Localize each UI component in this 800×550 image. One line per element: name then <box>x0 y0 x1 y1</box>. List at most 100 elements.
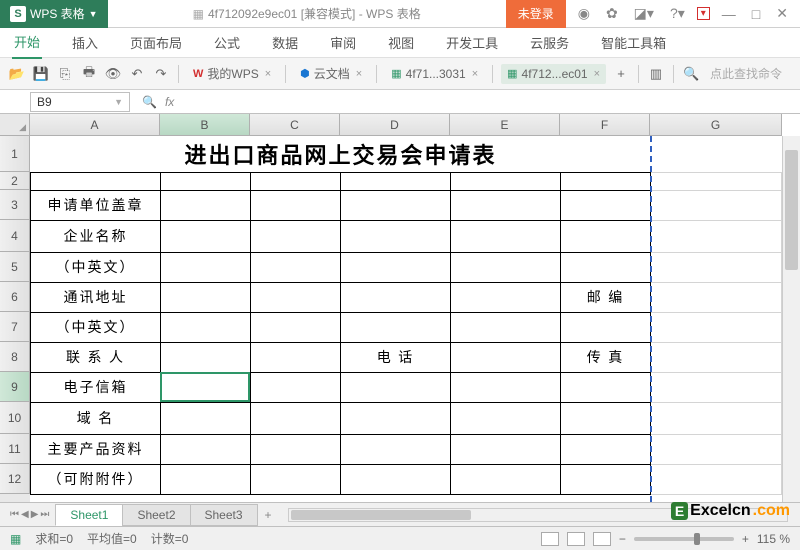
zoom-handle[interactable] <box>694 533 700 545</box>
row-header-9[interactable]: 9 <box>0 372 30 402</box>
sheet-tab-2[interactable]: Sheet2 <box>122 504 190 526</box>
settings-icon[interactable]: ✿ <box>602 5 622 22</box>
scroll-thumb[interactable] <box>785 150 798 270</box>
menu-tools[interactable]: 智能工具箱 <box>599 27 668 58</box>
close-icon[interactable]: × <box>472 68 478 80</box>
menu-cloud[interactable]: 云服务 <box>528 27 571 58</box>
col-header-f[interactable]: F <box>560 114 650 136</box>
col-header-d[interactable]: D <box>340 114 450 136</box>
app-name: WPS 表格 <box>30 5 85 22</box>
add-tab-icon[interactable]: + <box>612 65 630 83</box>
cell-a6[interactable]: 通讯地址 <box>31 282 161 312</box>
dropdown-icon[interactable]: ▼ <box>89 9 98 19</box>
tab-menu-icon[interactable]: ▥ <box>647 65 665 83</box>
col-header-e[interactable]: E <box>450 114 560 136</box>
open-icon[interactable]: 📂 <box>8 65 26 83</box>
menu-layout[interactable]: 页面布局 <box>128 27 184 58</box>
sync-icon[interactable]: ◉ <box>574 5 594 22</box>
skin-icon[interactable]: ◪▾ <box>630 5 658 22</box>
export-icon[interactable]: ⎘ <box>56 65 74 83</box>
login-button[interactable]: 未登录 <box>506 0 566 28</box>
save-icon[interactable]: 💾 <box>32 65 50 83</box>
cell-a11[interactable]: 主要产品资料 <box>31 434 161 464</box>
redo-icon[interactable]: ↷ <box>152 65 170 83</box>
row-header-12[interactable]: 12 <box>0 464 30 494</box>
doctab-cloud[interactable]: ⬢云文档× <box>294 62 368 85</box>
view-page-button[interactable] <box>567 532 585 546</box>
nav-last-icon[interactable]: ⏭ <box>40 509 49 520</box>
scroll-thumb[interactable] <box>291 510 471 520</box>
col-header-c[interactable]: C <box>250 114 340 136</box>
close-icon[interactable]: × <box>265 68 271 80</box>
vertical-scrollbar[interactable] <box>782 136 800 502</box>
cell-a5[interactable]: （中英文） <box>31 252 161 282</box>
nav-first-icon[interactable]: ⏮ <box>10 509 19 520</box>
search-input[interactable]: 点此查找命令 <box>710 65 782 82</box>
fx-button[interactable]: fx <box>165 95 174 109</box>
menu-review[interactable]: 审阅 <box>328 27 358 58</box>
cell-a3[interactable]: 申请单位盖章 <box>31 190 161 220</box>
menu-formula[interactable]: 公式 <box>212 27 242 58</box>
row-header-8[interactable]: 8 <box>0 342 30 372</box>
view-normal-button[interactable] <box>541 532 559 546</box>
nav-next-icon[interactable]: ▶ <box>31 509 39 520</box>
view-reading-button[interactable] <box>593 532 611 546</box>
horizontal-scrollbar[interactable] <box>288 508 788 522</box>
col-header-b[interactable]: B <box>160 114 250 136</box>
close-button[interactable]: ✕ <box>772 5 792 22</box>
menu-data[interactable]: 数据 <box>270 27 300 58</box>
row-header-2[interactable]: 2 <box>0 172 30 190</box>
cell-d8[interactable]: 电 话 <box>341 342 451 372</box>
doctab-2[interactable]: ▦4f712...ec01× <box>501 64 606 84</box>
cell-a4[interactable]: 企业名称 <box>31 220 161 252</box>
menu-start[interactable]: 开始 <box>12 26 42 59</box>
close-icon[interactable]: × <box>594 68 600 80</box>
minimize-button[interactable]: — <box>718 6 740 22</box>
zoom-out-button[interactable]: − <box>619 532 626 546</box>
select-all-corner[interactable]: ◢ <box>0 114 30 136</box>
cell-a7[interactable]: （中英文） <box>31 312 161 342</box>
menu-view[interactable]: 视图 <box>386 27 416 58</box>
undo-icon[interactable]: ↶ <box>128 65 146 83</box>
maximize-button[interactable]: □ <box>748 6 764 22</box>
name-box[interactable]: B9▼ <box>30 92 130 112</box>
cell-f8[interactable]: 传 真 <box>561 342 651 372</box>
close-icon[interactable]: × <box>356 68 362 80</box>
cell-grid[interactable]: 进出口商品网上交易会申请表 申请单位盖章 企业名称 （中英文） 通讯地址邮 编 … <box>30 136 782 502</box>
help-icon[interactable]: ?▾ <box>666 5 689 22</box>
preview-icon[interactable]: 👁 <box>104 65 122 83</box>
row-header-11[interactable]: 11 <box>0 434 30 464</box>
ad-icon[interactable]: ▾ <box>697 7 710 20</box>
sheet-tab-3[interactable]: Sheet3 <box>190 504 258 526</box>
cell-f6[interactable]: 邮 编 <box>561 282 651 312</box>
nav-prev-icon[interactable]: ◀ <box>21 509 29 520</box>
zoom-icon[interactable]: 🔍 <box>142 95 157 109</box>
search-icon[interactable]: 🔍 <box>682 65 700 83</box>
col-header-a[interactable]: A <box>30 114 160 136</box>
menu-insert[interactable]: 插入 <box>70 27 100 58</box>
cell-a9[interactable]: 电子信箱 <box>31 372 161 402</box>
row-header-6[interactable]: 6 <box>0 282 30 312</box>
add-sheet-button[interactable]: + <box>257 508 280 522</box>
form-title[interactable]: 进出口商品网上交易会申请表 <box>31 136 651 172</box>
row-header-5[interactable]: 5 <box>0 252 30 282</box>
app-badge[interactable]: S WPS 表格 ▼ <box>0 0 108 28</box>
row-header-1[interactable]: 1 <box>0 136 30 172</box>
row-header-4[interactable]: 4 <box>0 220 30 252</box>
row-header-3[interactable]: 3 <box>0 190 30 220</box>
sheet-tab-1[interactable]: Sheet1 <box>55 504 123 526</box>
cell-a8[interactable]: 联 系 人 <box>31 342 161 372</box>
zoom-slider[interactable] <box>634 537 734 541</box>
row-header-7[interactable]: 7 <box>0 312 30 342</box>
zoom-level[interactable]: 115 % <box>757 532 790 546</box>
menu-dev[interactable]: 开发工具 <box>444 27 500 58</box>
row-header-10[interactable]: 10 <box>0 402 30 434</box>
cell-a12[interactable]: （可附附件） <box>31 464 161 494</box>
cell-a10[interactable]: 域 名 <box>31 402 161 434</box>
col-header-g[interactable]: G <box>650 114 782 136</box>
doctab-1[interactable]: ▦4f71...3031× <box>385 64 484 84</box>
print-icon[interactable]: 🖶 <box>80 65 98 83</box>
zoom-in-button[interactable]: + <box>742 532 749 546</box>
app-menu-icon[interactable]: ▦ <box>10 532 21 546</box>
doctab-mywps[interactable]: W我的WPS× <box>187 62 277 85</box>
